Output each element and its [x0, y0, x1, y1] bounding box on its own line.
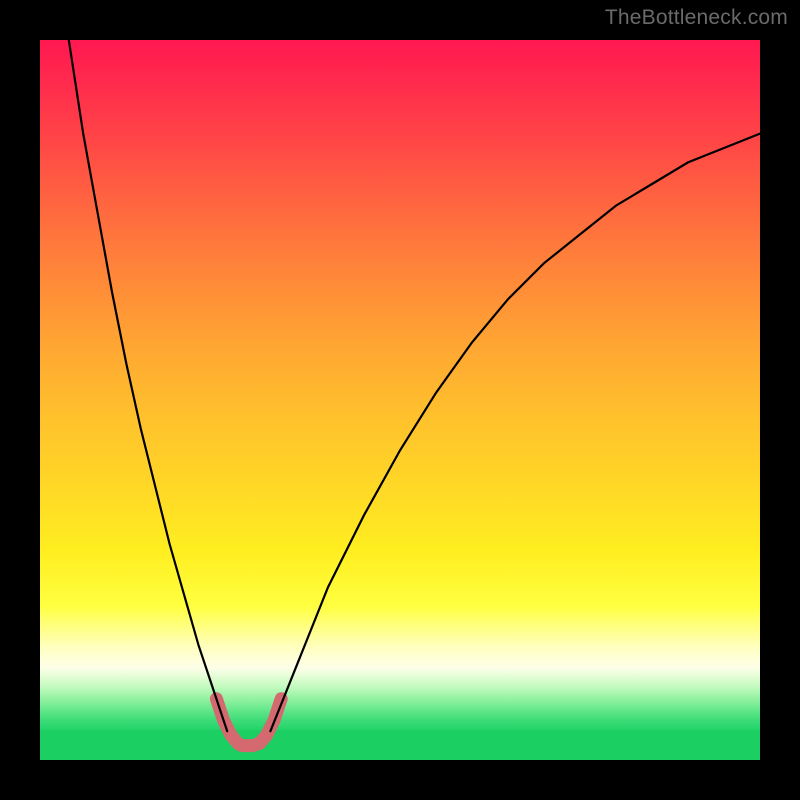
plot-area	[40, 40, 760, 760]
curve-layer	[40, 40, 760, 760]
right-branch-curve	[270, 134, 760, 732]
trough-marker	[216, 699, 281, 746]
left-branch-curve	[69, 40, 227, 731]
chart-frame: TheBottleneck.com	[0, 0, 800, 800]
watermark-text: TheBottleneck.com	[605, 6, 788, 30]
